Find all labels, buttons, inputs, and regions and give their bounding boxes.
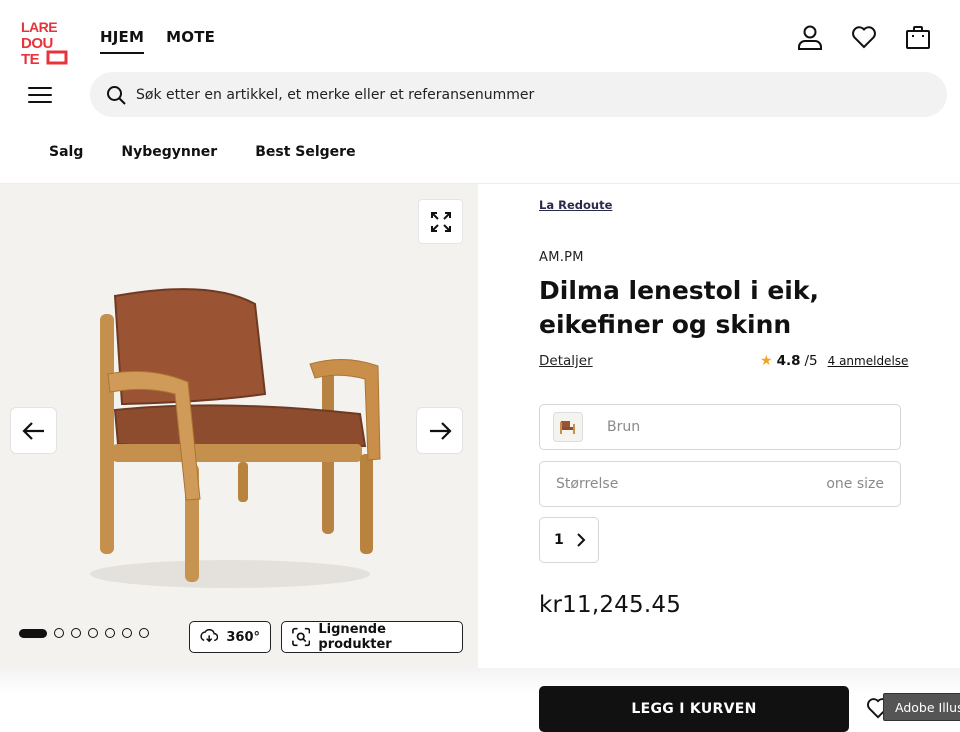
reviews-link[interactable]: 4 anmeldelse [828, 354, 909, 368]
star-icon: ★ [760, 353, 773, 369]
chevron-right-icon [577, 533, 586, 547]
la-redoute-logo[interactable]: LARE DOU TE [20, 18, 68, 66]
product-image-armchair[interactable] [60, 274, 400, 594]
user-icon[interactable] [796, 22, 824, 52]
product-title: Dilma lenestol i eik, eikefiner og skinn [539, 276, 819, 339]
svg-text:TE: TE [21, 51, 40, 66]
category-link-nybegynner[interactable]: Nybegynner [121, 144, 217, 160]
tooltip: Adobe Illustrator [883, 693, 960, 721]
search-input[interactable] [136, 86, 836, 103]
arrow-right-icon [429, 421, 452, 440]
details-link[interactable]: Detaljer [539, 353, 593, 369]
heart-icon[interactable] [850, 22, 878, 52]
rating-score: 4.8 [776, 353, 801, 369]
add-to-cart-button[interactable]: LEGG I KURVEN [539, 686, 849, 732]
size-value: one size [826, 476, 884, 492]
slide-dot[interactable] [105, 628, 115, 638]
size-label: Størrelse [556, 476, 619, 492]
slide-indicators [19, 628, 149, 638]
arrow-left-icon [21, 421, 44, 440]
color-swatch-thumbnail [553, 412, 583, 442]
product-brand: AM.PM [539, 250, 584, 265]
visual-search-icon [292, 627, 311, 647]
slide-dot[interactable] [54, 628, 64, 638]
quantity-selector[interactable]: 1 [539, 517, 599, 563]
category-nav: Salg Nybegynner Best Selgere [49, 144, 356, 160]
product-gallery: 360° Lignende produkter [0, 184, 478, 668]
search-bar[interactable] [90, 72, 947, 117]
category-link-salg[interactable]: Salg [49, 144, 83, 160]
next-image-button[interactable] [416, 407, 463, 454]
similar-products-label: Lignende produkter [318, 622, 392, 652]
color-selector[interactable]: Brun [539, 404, 901, 450]
product-rating: ★ 4.8 /5 4 anmeldelse [760, 353, 908, 369]
nav-link-mote[interactable]: MOTE [166, 28, 215, 54]
top-nav: HJEM MOTE [100, 28, 215, 54]
similar-products-button[interactable]: Lignende produkter [281, 621, 463, 653]
slide-dot[interactable] [19, 628, 47, 638]
nav-link-hjem[interactable]: HJEM [100, 28, 145, 54]
expand-icon[interactable] [418, 199, 463, 244]
product-price: kr11,245.45 [539, 592, 682, 618]
slide-dot[interactable] [122, 628, 132, 638]
shopping-bag-icon[interactable] [904, 22, 932, 52]
svg-text:DOU: DOU [21, 35, 53, 52]
rating-scale: /5 [804, 353, 818, 369]
slide-dot[interactable] [71, 628, 81, 638]
slide-dot[interactable] [88, 628, 98, 638]
quantity-value: 1 [554, 532, 564, 548]
size-selector[interactable]: Størrelse one size [539, 461, 901, 507]
category-link-best-selgere[interactable]: Best Selgere [255, 144, 355, 160]
previous-image-button[interactable] [10, 407, 57, 454]
hamburger-menu-icon[interactable] [28, 84, 52, 106]
header-actions [796, 22, 932, 52]
search-icon [107, 85, 126, 105]
svg-text:LARE: LARE [21, 19, 57, 35]
rotate-360-icon [200, 628, 219, 643]
brand-breadcrumb-link[interactable]: La Redoute [539, 198, 612, 212]
view-360-button[interactable]: 360° [189, 621, 271, 653]
slide-dot[interactable] [139, 628, 149, 638]
color-value: Brun [607, 419, 641, 435]
view-360-label: 360° [226, 629, 260, 645]
